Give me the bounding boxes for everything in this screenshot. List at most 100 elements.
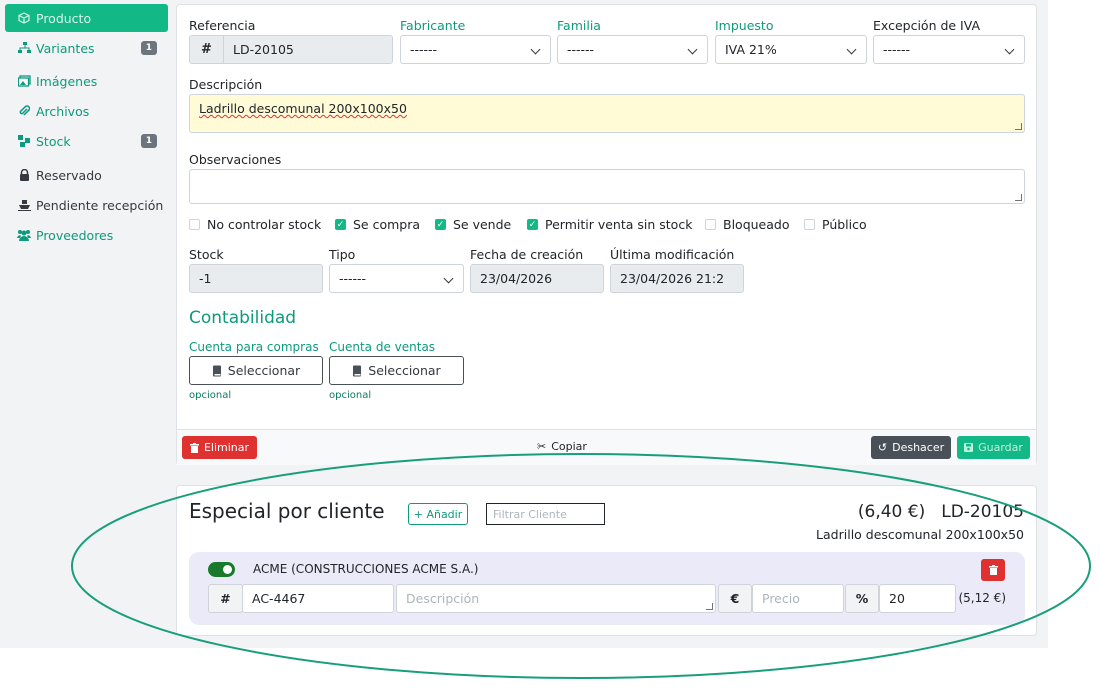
ventas-hint: opcional — [329, 390, 372, 401]
description-placeholder: Descripción — [406, 591, 480, 606]
count-badge: 1 — [140, 41, 157, 55]
stock-input: -1 — [189, 264, 323, 293]
sidebar-item-label: Imágenes — [36, 73, 98, 89]
observaciones-label: Observaciones — [189, 152, 282, 167]
sidebar-item-proveedores[interactable]: Proveedores — [5, 221, 168, 249]
resize-handle[interactable] — [1015, 194, 1022, 201]
checkbox-box[interactable] — [189, 219, 200, 230]
filter-client-input[interactable]: Filtrar Cliente — [486, 503, 605, 525]
copiar-button[interactable]: ✂ Copiar — [537, 440, 587, 453]
sidebar-item-stock[interactable]: Stock 1 — [5, 127, 168, 155]
lock-icon — [17, 169, 31, 181]
sidebar-item-label: Proveedores — [36, 227, 114, 243]
check-icon[interactable]: ✓ — [527, 219, 538, 230]
deshacer-button[interactable]: ↺ Deshacer — [871, 436, 951, 459]
checkbox-publico[interactable]: Público — [804, 217, 867, 232]
book-icon — [352, 365, 362, 377]
resize-handle[interactable] — [1015, 123, 1022, 130]
fabricante-label[interactable]: Fabricante — [400, 18, 465, 33]
sidebar-item-archivos[interactable]: Archivos — [5, 97, 168, 125]
checkbox-label: Se vende — [453, 217, 512, 232]
familia-select[interactable]: ------ — [557, 35, 708, 64]
client-total-price: (5,12 €) — [958, 591, 1006, 605]
client-description-input[interactable]: Descripción — [396, 584, 716, 613]
impuesto-label[interactable]: Impuesto — [715, 18, 773, 33]
precio-input[interactable]: Precio — [752, 584, 844, 613]
seleccionar-compras-button[interactable]: Seleccionar — [189, 356, 323, 385]
excepcion-iva-label: Excepción de IVA — [873, 18, 981, 33]
checkbox-label: Se compra — [353, 217, 421, 232]
discount-input[interactable]: 20 — [879, 584, 956, 613]
observaciones-textarea[interactable] — [189, 169, 1025, 204]
descripcion-label: Descripción — [189, 77, 263, 92]
enabled-toggle[interactable] — [208, 562, 235, 577]
checkbox-bloqueado[interactable]: Bloqueado — [705, 217, 790, 232]
hash-addon: # — [208, 584, 243, 613]
ultima-modificacion-input: 23/04/2026 21:2 — [610, 264, 744, 293]
impuesto-select[interactable]: IVA 21% — [715, 35, 867, 64]
sidebar-item-label: Stock — [36, 133, 71, 149]
ship-icon — [17, 199, 31, 211]
excepcion-iva-select[interactable]: ------ — [873, 35, 1025, 64]
checkbox-no-controlar-stock[interactable]: No controlar stock — [189, 217, 321, 232]
cuenta-compras-label: Cuenta para compras — [189, 340, 319, 354]
check-icon[interactable]: ✓ — [335, 219, 346, 230]
sidebar-item-label: Pendiente recepción — [36, 197, 164, 213]
seleccionar-ventas-button[interactable]: Seleccionar — [329, 356, 464, 385]
checkbox-box[interactable] — [705, 219, 716, 230]
product-form-card: Referencia Fabricante Familia Impuesto E… — [176, 4, 1037, 465]
sidebar-item-label: Archivos — [36, 103, 90, 119]
button-label: Seleccionar — [227, 363, 301, 378]
contabilidad-heading: Contabilidad — [189, 308, 297, 328]
descripcion-text: Ladrillo descomunal 200x100x50 — [199, 101, 407, 116]
sidebar-item-producto[interactable]: Producto — [5, 4, 168, 32]
sidebar-item-label: Variantes — [36, 40, 95, 56]
button-label: Guardar — [978, 441, 1023, 454]
button-label: Eliminar — [203, 441, 250, 454]
familia-label[interactable]: Familia — [557, 18, 601, 33]
sidebar-item-reservado[interactable]: Reservado — [5, 161, 168, 189]
cube-icon — [17, 12, 31, 24]
fecha-creacion-input: 23/04/2026 — [470, 264, 604, 293]
sidebar-item-variantes[interactable]: Variantes 1 — [5, 34, 168, 62]
compras-hint: opcional — [189, 390, 232, 401]
save-icon — [964, 443, 974, 452]
referencia-input[interactable]: LD-20105 — [223, 35, 393, 64]
check-icon[interactable]: ✓ — [435, 219, 446, 230]
sidebar-item-imagenes[interactable]: Imágenes — [5, 67, 168, 95]
especial-cliente-title: Especial por cliente — [189, 499, 385, 523]
eliminar-button[interactable]: Eliminar — [182, 436, 257, 459]
trash-icon — [189, 442, 199, 453]
ultima-modificacion-label: Última modificación — [610, 247, 735, 262]
checkbox-box[interactable] — [804, 219, 815, 230]
paperclip-icon — [17, 105, 31, 117]
client-reference-input[interactable]: AC-4467 — [242, 584, 394, 613]
checkbox-label: No controlar stock — [207, 217, 322, 232]
tipo-label: Tipo — [329, 247, 356, 262]
stock-label: Stock — [189, 247, 224, 262]
sitemap-icon — [17, 42, 31, 54]
sidebar-item-label: Producto — [36, 10, 92, 26]
scissors-icon: ✂ — [537, 440, 547, 453]
product-summary: (6,40 €) LD-20105 — [858, 502, 1024, 522]
checkbox-se-compra[interactable]: ✓ Se compra — [335, 217, 420, 232]
resize-handle[interactable] — [706, 603, 713, 610]
product-price: (6,40 €) — [857, 502, 926, 522]
checkbox-se-vende[interactable]: ✓ Se vende — [435, 217, 511, 232]
sidebar-item-pendiente-recepcion[interactable]: Pendiente recepción — [5, 191, 168, 219]
button-label: Deshacer — [892, 441, 945, 454]
fabricante-select[interactable]: ------ — [400, 35, 551, 64]
descripcion-textarea[interactable]: Ladrillo descomunal 200x100x50 — [189, 94, 1025, 133]
form-footer: Eliminar ✂ Copiar ↺ Deshacer Guardar — [177, 429, 1036, 465]
add-button[interactable]: + Añadir — [408, 503, 468, 525]
count-badge: 1 — [140, 134, 157, 148]
percent-addon: % — [845, 584, 879, 613]
euro-addon: € — [718, 584, 752, 613]
delete-client-button[interactable] — [981, 559, 1005, 581]
images-icon — [17, 75, 31, 87]
guardar-button[interactable]: Guardar — [957, 436, 1030, 459]
product-description: Ladrillo descomunal 200x100x50 — [816, 527, 1024, 542]
book-icon — [212, 365, 222, 377]
checkbox-permitir-venta-sin-stock[interactable]: ✓ Permitir venta sin stock — [527, 217, 692, 232]
tipo-select[interactable]: ------ — [329, 264, 464, 293]
